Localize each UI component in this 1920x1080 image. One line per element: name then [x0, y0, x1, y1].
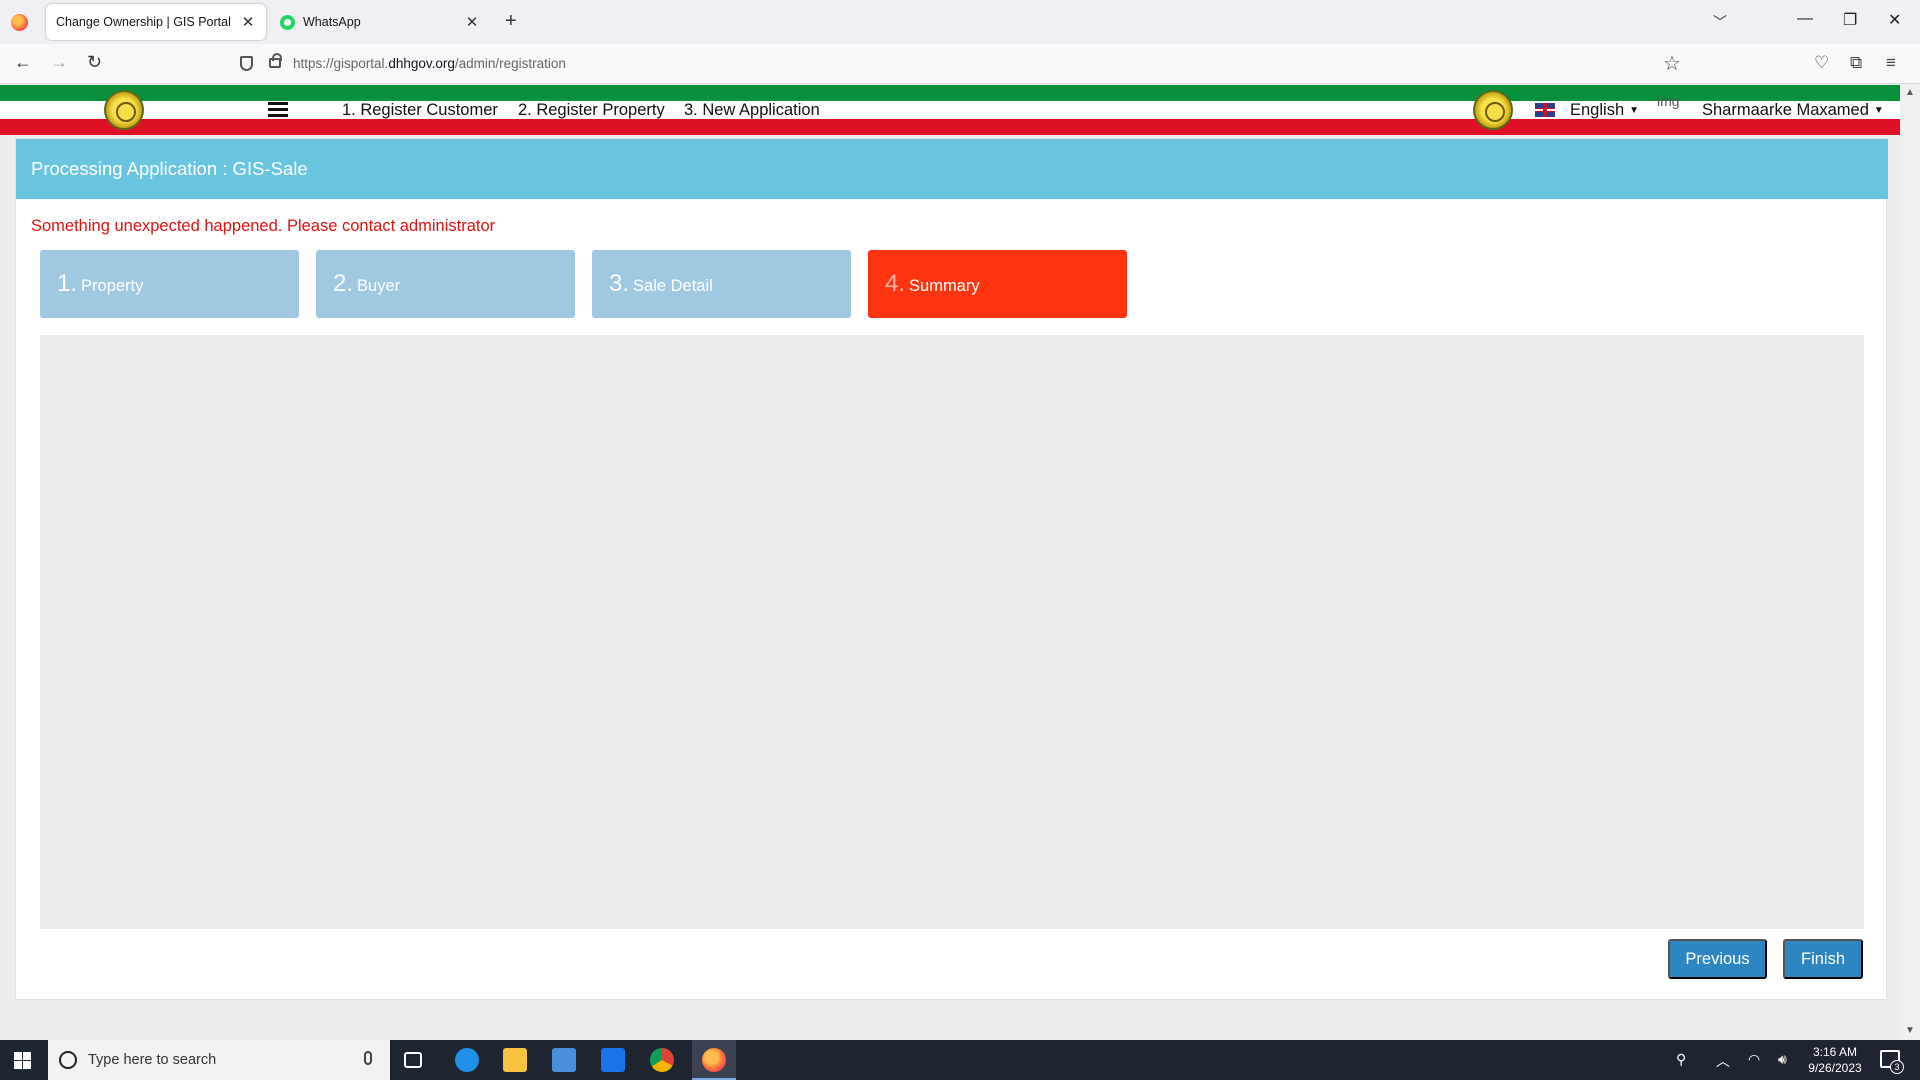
lock-icon[interactable]: [269, 53, 282, 68]
language-label: English: [1570, 101, 1625, 119]
extensions-icon[interactable]: ⧉: [1850, 53, 1862, 73]
edge-icon[interactable]: [455, 1048, 479, 1072]
list-tabs-chevron-icon[interactable]: ﹀: [1713, 12, 1727, 32]
search-placeholder: Type here to search: [88, 1052, 217, 1068]
step-label: Buyer: [357, 277, 401, 295]
address-bar[interactable]: https://gisportal.dhhgov.org/admin/regis…: [293, 56, 566, 71]
step-number: 1.: [57, 270, 78, 297]
caret-down-icon: ▼: [1873, 105, 1884, 116]
tab-change-ownership[interactable]: Change Ownership | GIS Portal ✕: [46, 4, 266, 40]
clock-time: 3:16 AM: [1812, 1045, 1858, 1059]
mail-icon[interactable]: [601, 1048, 625, 1072]
system-clock[interactable]: 3:16 AM 9/26/2023: [1800, 1044, 1870, 1076]
tab-whatsapp[interactable]: WhatsApp ✕: [270, 4, 490, 40]
people-icon[interactable]: ⚲: [1676, 1051, 1686, 1068]
close-window-icon[interactable]: ✕: [1888, 10, 1901, 30]
reload-icon[interactable]: ↻: [87, 52, 102, 73]
hamburger-menu-icon[interactable]: [268, 102, 288, 120]
step-label: Sale Detail: [633, 277, 713, 295]
step-label: Property: [81, 277, 144, 295]
network-icon[interactable]: ◠: [1748, 1051, 1760, 1068]
tab-title: Change Ownership | GIS Portal: [56, 15, 231, 29]
page-scrollbar[interactable]: ▲ ▼: [1900, 85, 1920, 1040]
cortana-search-icon: [59, 1051, 77, 1069]
step-number: 3.: [609, 270, 630, 297]
chrome-icon[interactable]: [650, 1048, 674, 1072]
step-property[interactable]: 1. Property: [40, 250, 299, 318]
step-summary[interactable]: 4. Summary: [868, 250, 1127, 318]
user-dropdown[interactable]: Sharmaarke Maxamed ▼: [1702, 101, 1884, 120]
microphone-icon[interactable]: [364, 1051, 372, 1065]
taskbar-firefox-active[interactable]: [692, 1040, 736, 1080]
tracking-shield-icon[interactable]: [240, 56, 253, 71]
emblem-logo-icon[interactable]: [104, 90, 144, 130]
restore-icon[interactable]: ❐: [1843, 10, 1857, 30]
url-domain: dhhgov.org: [388, 56, 455, 71]
nav-register-property[interactable]: 2. Register Property: [518, 101, 665, 120]
caret-down-icon: ▼: [1629, 105, 1640, 116]
firefox-taskbar-icon: [702, 1048, 726, 1072]
summary-content-area: [40, 335, 1864, 929]
back-icon[interactable]: ←: [14, 52, 32, 73]
application-panel: Processing Application : GIS-Sale Someth…: [15, 138, 1888, 1000]
language-dropdown[interactable]: English ▼: [1570, 101, 1639, 120]
close-tab-icon[interactable]: ✕: [464, 13, 480, 31]
step-buyer[interactable]: 2. Buyer: [316, 250, 575, 318]
step-number: 2.: [333, 270, 354, 297]
volume-icon[interactable]: 🔊︎: [1778, 1051, 1787, 1068]
flag-stripe-green: [0, 85, 1900, 101]
whatsapp-icon: [280, 14, 295, 30]
browser-nav-bar: ← → ↻ https://gisportal.dhhgov.org/admin…: [0, 44, 1920, 84]
user-avatar: img: [1657, 93, 1680, 109]
new-tab-button[interactable]: +: [505, 10, 517, 33]
tab-title: WhatsApp: [303, 15, 361, 29]
nav-new-application[interactable]: 3. New Application: [684, 101, 820, 120]
pocket-icon[interactable]: ♡: [1814, 53, 1829, 73]
url-path: /admin/registration: [454, 56, 566, 71]
task-view-icon[interactable]: [404, 1052, 422, 1068]
firefox-icon[interactable]: [11, 14, 28, 31]
menu-icon[interactable]: ≡: [1886, 53, 1896, 73]
finish-button[interactable]: Finish: [1783, 939, 1863, 979]
windows-start-icon[interactable]: [14, 1052, 31, 1069]
error-message: Something unexpected happened. Please co…: [31, 217, 496, 235]
scroll-up-icon[interactable]: ▲: [1905, 87, 1915, 98]
flag-stripe-red: [0, 119, 1900, 135]
step-number: 4.: [885, 270, 906, 297]
browser-tab-bar: Change Ownership | GIS Portal ✕ WhatsApp…: [0, 0, 1920, 44]
forward-icon[interactable]: →: [50, 52, 68, 73]
notification-count-badge: 3: [1890, 1060, 1904, 1074]
close-tab-icon[interactable]: ✕: [240, 13, 256, 31]
store-icon[interactable]: [552, 1048, 576, 1072]
file-explorer-icon[interactable]: [503, 1048, 527, 1072]
scroll-down-icon[interactable]: ▼: [1905, 1025, 1915, 1036]
site-header: 1. Register Customer 2. Register Propert…: [0, 85, 1900, 135]
previous-button[interactable]: Previous: [1668, 939, 1767, 979]
emblem-logo-icon: [1473, 90, 1513, 130]
taskbar-search-box[interactable]: Type here to search: [48, 1040, 390, 1080]
panel-title: Processing Application : GIS-Sale: [16, 139, 1888, 199]
url-prefix: https://gisportal.: [293, 56, 389, 71]
step-sale-detail[interactable]: 3. Sale Detail: [592, 250, 851, 318]
nav-register-customer[interactable]: 1. Register Customer: [342, 101, 498, 120]
user-name: Sharmaarke Maxamed: [1702, 101, 1869, 119]
clock-date: 9/26/2023: [1808, 1061, 1862, 1075]
show-hidden-icons-chevron-icon[interactable]: ︿: [1716, 1051, 1730, 1071]
bookmark-star-icon[interactable]: ☆: [1663, 51, 1681, 76]
step-label: Summary: [909, 277, 980, 295]
minimize-icon[interactable]: —: [1797, 10, 1813, 28]
uk-flag-icon: [1535, 103, 1555, 117]
windows-taskbar: Type here to search ⚲ ︿ ◠ 🔊︎ 3:16 AM 9/2…: [0, 1040, 1920, 1080]
